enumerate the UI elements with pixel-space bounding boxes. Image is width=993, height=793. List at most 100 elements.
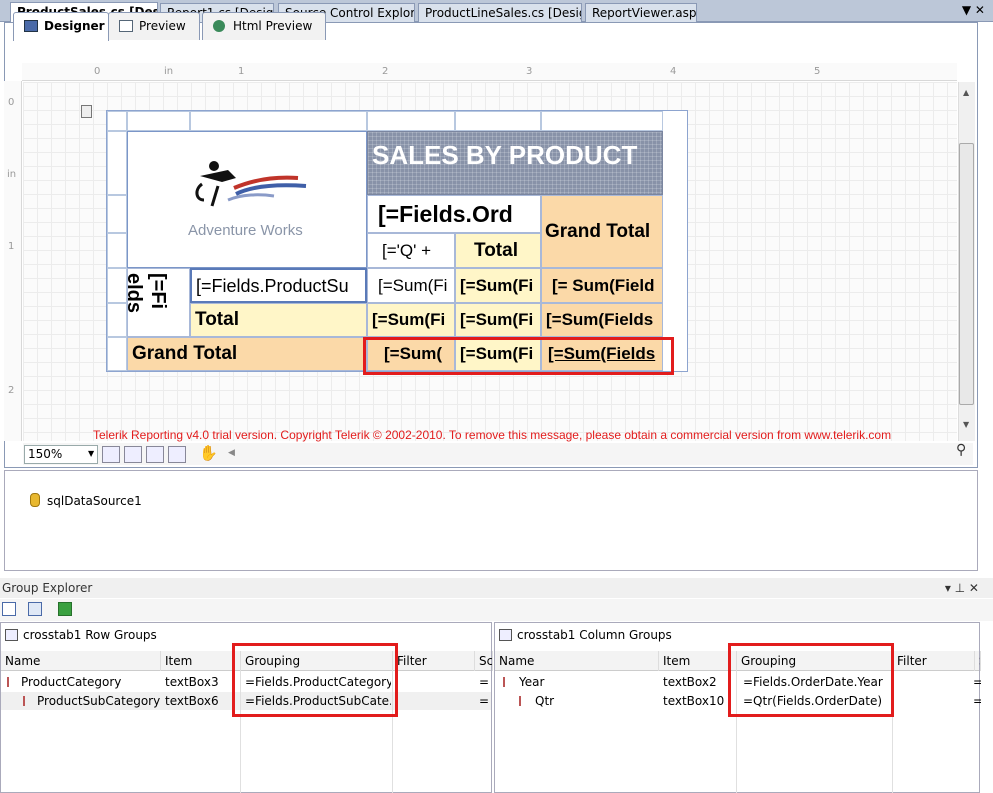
designer-status-bar [23,443,973,465]
col-handle-4[interactable] [455,111,541,131]
col-handle-2[interactable] [190,111,367,131]
magnifier-icon[interactable]: ⚲ [956,442,966,458]
total-sum-3[interactable]: [=Sum(Fields [541,303,663,337]
col-total-header[interactable]: Total [455,233,541,268]
row-handle-1[interactable] [107,131,127,195]
doc-tab-reportviewer[interactable]: ReportViewer.aspx [585,3,697,22]
row-grand-total-label[interactable]: Grand Total [127,337,367,371]
tab-html-preview[interactable]: Html Preview [202,12,326,40]
vertical-ruler: 0 in 1 2 [4,81,22,441]
col-qtr-field[interactable]: [='Q' + [367,233,455,268]
scroll-down-icon[interactable]: ▼ [963,420,969,429]
snap-grid-icon[interactable] [102,446,120,463]
database-icon [30,493,40,507]
panel-pin-close-icon[interactable]: ▾ ⊥ ✕ [945,578,979,598]
col-header-filter[interactable]: Filter [893,651,975,671]
sqldatasource-item[interactable]: sqlDataSource1 [47,494,142,508]
group-name: Qtr [535,694,555,708]
pan-hand-icon[interactable]: ✋ [199,444,218,462]
group-icon [503,677,512,687]
highlight-row-grouping [232,643,398,717]
ruler-label-0: 0 [94,66,101,77]
row-handle-2[interactable] [107,195,127,233]
col-header-name[interactable]: Name [495,651,659,671]
preview-icon [119,20,133,32]
group-explorer-title: Group Explorer ▾ ⊥ ✕ [0,578,993,598]
row-category-cell[interactable]: [=Fi elds [127,268,190,337]
row-handle-3[interactable] [107,233,127,268]
component-tray: sqlDataSource1 [4,470,978,571]
logo-cell[interactable]: Adventure Works [127,131,367,268]
logo-text: Adventure Works [188,222,303,239]
ruler-label-in: in [164,66,174,77]
row-handle-4[interactable] [107,268,127,303]
vruler-label-in: in [7,169,17,180]
tab-html-preview-label: Html Preview [233,19,313,33]
designer-icon [24,20,38,32]
globe-icon [213,20,225,32]
ruler-label-3: 3 [526,66,533,77]
highlight-column-grouping [728,643,894,717]
zoom-dropdown-icon[interactable]: ▼ [88,449,94,458]
ruler-toggle-icon[interactable] [168,446,186,463]
refresh-icon[interactable] [58,602,72,616]
ruler-label-2: 2 [382,66,389,77]
doc-tab-productlinesales[interactable]: ProductLineSales.cs [Design] [418,3,582,22]
tab-preview[interactable]: Preview [108,12,200,40]
col-year-field[interactable]: [=Fields.Ord [367,195,541,233]
col-header-sort[interactable]: S [975,651,981,671]
col-handle-1[interactable] [127,111,190,131]
col-header-name[interactable]: Name [1,651,161,671]
total-sum-2[interactable]: [=Sum(Fi [455,303,541,337]
cell-sum-2[interactable]: [=Sum(Fi [455,268,541,303]
col-handle-5[interactable] [541,111,663,131]
vruler-label-2: 2 [8,385,15,396]
row-total-label[interactable]: Total [190,303,367,337]
tab-designer-label: Designer [44,19,105,33]
group-item: textBox10 [663,694,725,708]
total-sum-1[interactable]: [=Sum(Fi [367,303,455,337]
report-title[interactable]: SALES BY PRODUCT [367,131,663,195]
col-handle-3[interactable] [367,111,455,131]
group-extra: = [479,694,490,708]
highlight-grand-total-cells [363,337,674,375]
page-view-icon[interactable] [146,446,164,463]
crosstab-corner-handle[interactable] [107,111,127,131]
snap-lines-icon[interactable] [124,446,142,463]
group-extra: = [973,694,981,708]
col-header-item[interactable]: Item [161,651,241,671]
group-explorer-toolbar [0,599,993,621]
col-header-item[interactable]: Item [659,651,737,671]
row-handle-6[interactable] [107,337,127,371]
vertical-scroll-thumb[interactable] [959,143,974,405]
horizontal-ruler: 0 in 1 2 3 4 5 [22,63,957,81]
columns-view-icon[interactable] [2,602,16,616]
row-handle-5[interactable] [107,303,127,337]
adventure-works-logo-icon [195,161,307,207]
report-section-icon[interactable] [81,105,92,118]
col-grand-total-header[interactable]: Grand Total [541,195,663,268]
group-item: textBox3 [165,675,219,689]
cell-sum-3[interactable]: [= Sum(Field [541,268,663,303]
cell-sum-1[interactable]: [=Sum(Fi [367,268,455,303]
group-icon [7,677,16,687]
group-icon [519,696,528,706]
zoom-select[interactable]: 150% [24,445,98,464]
group-item: textBox6 [165,694,219,708]
list-view-icon[interactable] [28,602,42,616]
row-subcategory-field[interactable]: [=Fields.ProductSu [190,268,367,303]
scroll-up-icon[interactable]: ▲ [963,88,969,97]
col-header-filter[interactable]: Filter [393,651,475,671]
tab-preview-label: Preview [139,19,186,33]
scroll-left-icon[interactable]: ◀ [228,448,235,458]
group-name: ProductSubCategory [37,694,161,708]
group-icon [23,696,32,706]
ruler-label-5: 5 [814,66,821,77]
group-extra: = [973,675,981,689]
tab-overflow-close-icon[interactable]: ▼ ✕ [962,3,985,17]
ruler-label-4: 4 [670,66,677,77]
col-header-sort[interactable]: Sc [475,651,493,671]
tab-designer[interactable]: Designer [13,12,109,41]
trial-message: Telerik Reporting v4.0 trial version. Co… [93,428,892,442]
ruler-label-1: 1 [238,66,245,77]
